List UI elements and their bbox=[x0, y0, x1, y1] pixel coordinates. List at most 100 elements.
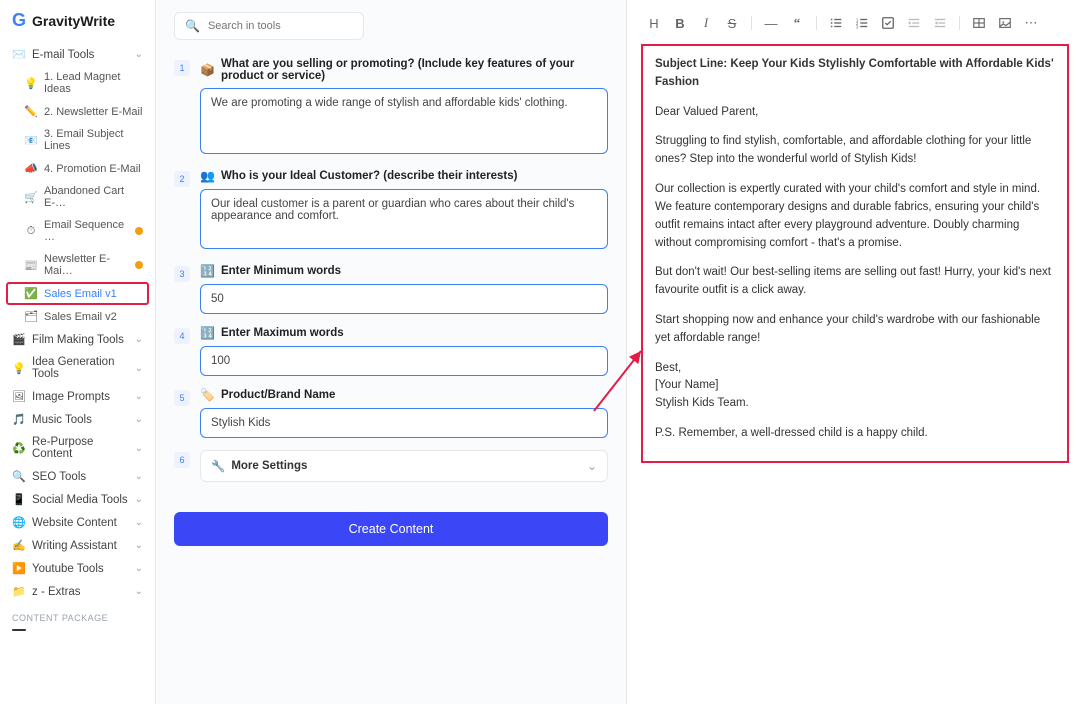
cat-icon: 🎵 bbox=[12, 413, 26, 426]
numbered-list-button[interactable]: 123 bbox=[851, 12, 873, 34]
more-button[interactable]: ⋯ bbox=[1020, 12, 1042, 34]
output-paragraph: Our collection is expertly curated with … bbox=[655, 181, 1055, 252]
sidebar-item-8[interactable]: 🗂Sales Email v2 bbox=[6, 305, 149, 328]
q4-label: Enter Maximum words bbox=[221, 327, 344, 339]
strike-button[interactable]: S bbox=[721, 12, 743, 34]
q1-input[interactable] bbox=[200, 88, 608, 154]
item-icon: 💡 bbox=[24, 77, 38, 90]
step-1-badge: 1 bbox=[174, 60, 190, 76]
sidebar-item-label: 2. Newsletter E-Mail bbox=[44, 106, 143, 118]
sidebar-cat-1[interactable]: 💡Idea Generation Tools⌄ bbox=[6, 351, 149, 385]
sidebar-cat-8[interactable]: ✍️Writing Assistant⌄ bbox=[6, 534, 149, 557]
table-button[interactable] bbox=[968, 12, 990, 34]
content-package-label: CONTENT PACKAGE bbox=[6, 603, 149, 627]
cat-icon: 📱 bbox=[12, 493, 26, 506]
cat-icon: ♻️ bbox=[12, 442, 26, 455]
sidebar-item-label: 3. Email Subject Lines bbox=[44, 128, 143, 152]
sidebar-cat-label: Image Prompts bbox=[32, 391, 129, 403]
sidebar-item-label: 1. Lead Magnet Ideas bbox=[44, 71, 143, 95]
output-paragraph: Start shopping now and enhance your chil… bbox=[655, 312, 1055, 348]
sidebar-cat-5[interactable]: 🔍SEO Tools⌄ bbox=[6, 465, 149, 488]
search-input[interactable] bbox=[208, 20, 353, 32]
sidebar-cat-9[interactable]: ▶️ Youtube Tools ⌄ bbox=[6, 557, 149, 580]
create-content-button[interactable]: Create Content bbox=[174, 512, 608, 546]
quote-button[interactable]: “ bbox=[786, 12, 808, 34]
sidebar-item-5[interactable]: ⏱Email Sequence … bbox=[6, 214, 149, 248]
form-column: 🔍 1 📦 What are you selling or promoting? … bbox=[156, 0, 626, 704]
cat-icon: 🌐 bbox=[12, 516, 26, 529]
chevron-down-icon: ⌄ bbox=[135, 517, 143, 528]
chevron-down-icon: ⌄ bbox=[135, 494, 143, 505]
sidebar-cat-label: Website Content bbox=[32, 517, 129, 529]
sidebar-cat-6[interactable]: 📱 Social Media Tools ⌄ bbox=[6, 488, 149, 511]
sidebar-cat-4[interactable]: ♻️Re-Purpose Content⌄ bbox=[6, 431, 149, 465]
heading-button[interactable]: H bbox=[643, 12, 665, 34]
sidebar-item-6[interactable]: 📰Newsletter E-Mai… bbox=[6, 248, 149, 282]
main: 🔍 1 📦 What are you selling or promoting? … bbox=[156, 0, 1083, 704]
cat-icon: 🎬 bbox=[12, 333, 26, 346]
sidebar-item-0[interactable]: 💡 1. Lead Magnet Ideas bbox=[6, 66, 149, 100]
step-6-badge: 6 bbox=[174, 452, 190, 468]
chevron-down-icon: ⌄ bbox=[587, 459, 597, 473]
sidebar-cat-10[interactable]: 📁z - Extras⌄ bbox=[6, 580, 149, 603]
search-box[interactable]: 🔍 bbox=[174, 12, 364, 40]
image-button[interactable] bbox=[994, 12, 1016, 34]
output-column: H B I S — “ 123 ⋯ bbox=[626, 0, 1083, 704]
sidebar-cat-3[interactable]: 🎵Music Tools⌄ bbox=[6, 408, 149, 431]
q6-label: More Settings bbox=[231, 460, 307, 472]
wrench-icon: 🔧 bbox=[211, 459, 225, 473]
cat-icon: 📁 bbox=[12, 585, 26, 598]
sidebar-item-label: Sales Email v1 bbox=[44, 288, 143, 300]
output-paragraph: Struggling to find stylish, comfortable,… bbox=[655, 133, 1055, 169]
q5-input[interactable] bbox=[200, 408, 608, 438]
output-paragraph: P.S. Remember, a well-dressed child is a… bbox=[655, 425, 1055, 443]
q3-input[interactable] bbox=[200, 284, 608, 314]
step-2-badge: 2 bbox=[174, 171, 190, 187]
output-subject: Subject Line: Keep Your Kids Stylishly C… bbox=[655, 56, 1055, 92]
sidebar-cat-label: SEO Tools bbox=[32, 471, 129, 483]
sidebar-item-7[interactable]: ✅Sales Email v1 bbox=[6, 282, 149, 305]
chevron-down-icon: ⌄ bbox=[135, 563, 143, 574]
sidebar-item-1[interactable]: ✏️2. Newsletter E-Mail bbox=[6, 100, 149, 123]
cat-icon: ▶️ bbox=[12, 562, 26, 575]
q2-input[interactable] bbox=[200, 189, 608, 249]
cat-icon: ✍️ bbox=[12, 539, 26, 552]
cat-icon: 💡 bbox=[12, 362, 26, 375]
package-icon: 📦 bbox=[200, 63, 215, 77]
chevron-down-icon: ⌄ bbox=[135, 334, 143, 345]
item-icon: 🛒 bbox=[24, 191, 38, 204]
sidebar-item-4[interactable]: 🛒Abandoned Cart E-… bbox=[6, 180, 149, 214]
step-5-badge: 5 bbox=[174, 390, 190, 406]
sidebar-item-2[interactable]: 📧3. Email Subject Lines bbox=[6, 123, 149, 157]
q1-label: What are you selling or promoting? (Incl… bbox=[221, 58, 608, 82]
sidebar-item-3[interactable]: 📣4. Promotion E-Mail bbox=[6, 157, 149, 180]
chevron-down-icon: ⌄ bbox=[135, 391, 143, 402]
sidebar-cat-label: Re-Purpose Content bbox=[32, 436, 129, 460]
indent-left-button[interactable] bbox=[929, 12, 951, 34]
output-paragraph: Dear Valued Parent, bbox=[655, 104, 1055, 122]
search-icon: 🔍 bbox=[185, 19, 200, 33]
logo[interactable]: G GravityWrite bbox=[0, 0, 155, 43]
checklist-button[interactable] bbox=[877, 12, 899, 34]
sidebar-cat-label: Idea Generation Tools bbox=[32, 356, 129, 380]
italic-button[interactable]: I bbox=[695, 12, 717, 34]
bullet-list-button[interactable] bbox=[825, 12, 847, 34]
bold-button[interactable]: B bbox=[669, 12, 691, 34]
sidebar: G GravityWrite ✉️ E-mail Tools ⌄ 💡 1. Lea… bbox=[0, 0, 156, 704]
sidebar-cat-0[interactable]: 🎬Film Making Tools⌄ bbox=[6, 328, 149, 351]
cat-icon: 🖼 bbox=[12, 390, 26, 403]
sidebar-cat-label: Youtube Tools bbox=[32, 563, 129, 575]
q4-input[interactable] bbox=[200, 346, 608, 376]
sidebar-cat-label: Social Media Tools bbox=[32, 494, 129, 506]
more-settings-row[interactable]: 🔧 More Settings ⌄ bbox=[200, 450, 608, 482]
hr-button[interactable]: — bbox=[760, 12, 782, 34]
sidebar-item-label: 4. Promotion E-Mail bbox=[44, 163, 143, 175]
svg-text:3: 3 bbox=[856, 24, 859, 29]
item-icon: 📰 bbox=[24, 259, 38, 272]
sidebar-cat-label: z - Extras bbox=[32, 586, 129, 598]
indent-right-button[interactable] bbox=[903, 12, 925, 34]
sidebar-cat-2[interactable]: 🖼 Image Prompts ⌄ bbox=[6, 385, 149, 408]
sidebar-cat-7[interactable]: 🌐 Website Content ⌄ bbox=[6, 511, 149, 534]
sidebar-cat-email-tools[interactable]: ✉️ E-mail Tools ⌄ bbox=[6, 43, 149, 66]
sidebar-item-label: Sales Email v2 bbox=[44, 311, 143, 323]
